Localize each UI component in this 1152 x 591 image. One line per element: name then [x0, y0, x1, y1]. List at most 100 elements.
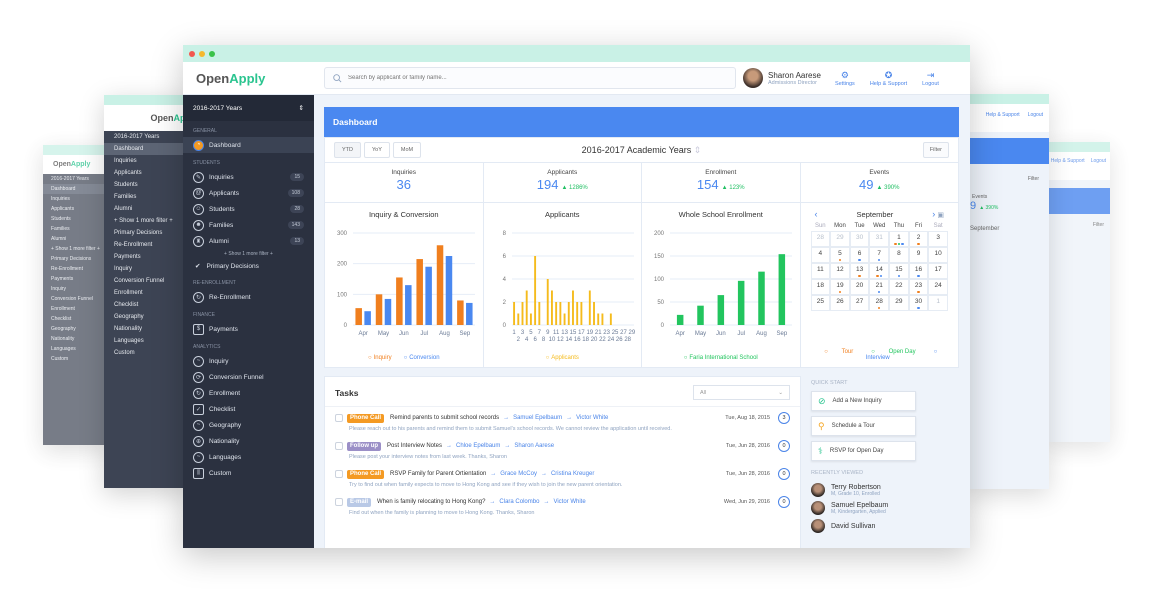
- app-logo[interactable]: OpenApply: [183, 71, 324, 86]
- logout-button[interactable]: ⇥ Logout: [922, 70, 939, 87]
- task-checkbox[interactable]: [335, 498, 343, 506]
- search-input[interactable]: [348, 75, 708, 81]
- calendar-day[interactable]: 30: [849, 231, 870, 247]
- bar-faria-international-school[interactable]: [758, 271, 765, 325]
- bar-faria-international-school[interactable]: [737, 280, 745, 325]
- sidebar-item-dashboard[interactable]: ◔ Dashboard: [183, 137, 314, 153]
- user-profile[interactable]: Sharon Aarese Admissions Director: [743, 68, 821, 88]
- bar-applicants[interactable]: [567, 302, 570, 325]
- sidebar-item-enrollment[interactable]: ↻ Enrollment: [183, 385, 314, 401]
- calendar-day[interactable]: 8: [889, 247, 909, 263]
- task-checkbox[interactable]: [335, 414, 343, 422]
- task-to-link[interactable]: Sharon Aarese: [514, 443, 554, 449]
- add-inquiry-button[interactable]: ⊘ Add a New Inquiry: [811, 391, 916, 411]
- calendar-day[interactable]: 17: [928, 263, 948, 279]
- bar-applicants[interactable]: [592, 302, 595, 325]
- calendar-day[interactable]: 26: [830, 295, 850, 311]
- filter-button[interactable]: Filter: [922, 142, 949, 158]
- calendar-day[interactable]: 29: [889, 295, 909, 311]
- sidebar-item-students[interactable]: ☺ Students 28: [183, 201, 314, 217]
- calendar-icon[interactable]: ▣: [937, 212, 944, 219]
- sidebar-item-inquiries[interactable]: ✎ Inquiries 15: [183, 169, 314, 185]
- bar-applicants[interactable]: [533, 256, 536, 325]
- stat-events[interactable]: Events 49 ▲ 390%: [801, 163, 959, 202]
- calendar-day[interactable]: 28: [869, 295, 890, 311]
- task-from-link[interactable]: Grace McCoy: [500, 471, 537, 477]
- task-checkbox[interactable]: [335, 470, 343, 478]
- calendar-day[interactable]: 27: [849, 295, 870, 311]
- bar-applicants[interactable]: [521, 302, 523, 325]
- calendar-day[interactable]: 9: [908, 247, 929, 263]
- calendar-day[interactable]: 29: [830, 231, 850, 247]
- bar-applicants[interactable]: [563, 313, 566, 326]
- task-to-link[interactable]: Victor White: [576, 415, 608, 421]
- bar-applicants[interactable]: [609, 313, 612, 326]
- tasks-filter-select[interactable]: All ⌄: [693, 385, 790, 400]
- search-box[interactable]: [324, 67, 736, 89]
- calendar-day[interactable]: 3: [928, 231, 948, 247]
- sidebar-item-nationality[interactable]: ⊕ Nationality: [183, 433, 314, 449]
- calendar-day[interactable]: 22: [889, 279, 909, 295]
- task-from-link[interactable]: Samuel Epelbaum: [513, 415, 562, 421]
- bar-applicants[interactable]: [537, 302, 540, 325]
- task-title[interactable]: RSVP Family for Parent Ortientation: [390, 471, 486, 477]
- bar-faria-international-school[interactable]: [717, 295, 725, 325]
- bar-applicants[interactable]: [575, 302, 578, 325]
- sidebar-item-conversion-funnel[interactable]: ⟳ Conversion Funnel: [183, 369, 314, 385]
- calendar-day[interactable]: 30: [908, 295, 929, 311]
- primary-decisions-toggle[interactable]: ✔ Primary Decisions: [183, 259, 314, 273]
- bar-conversion[interactable]: [425, 266, 432, 325]
- legend-item[interactable]: ○ Applicants: [546, 355, 579, 361]
- range-yoy-button[interactable]: YoY: [364, 142, 390, 158]
- calendar-day[interactable]: 23: [908, 279, 929, 295]
- comment-count-button[interactable]: 0: [778, 468, 790, 480]
- show-more-filter[interactable]: + Show 1 more filter +: [183, 249, 314, 259]
- recent-person[interactable]: Terry Robertson M, Grade 10, Enrolled: [807, 481, 959, 499]
- bar-conversion[interactable]: [466, 302, 473, 325]
- legend-item[interactable]: ○ Conversion: [404, 355, 440, 361]
- rsvp-open-day-button[interactable]: ⚕ RSVP for Open Day: [811, 441, 916, 461]
- bar-inquiry[interactable]: [457, 300, 464, 325]
- calendar-day[interactable]: 16: [908, 263, 929, 279]
- schedule-tour-button[interactable]: ⚲ Schedule a Tour: [811, 416, 916, 436]
- stat-inquiries[interactable]: Inquiries 36: [325, 163, 484, 202]
- bar-applicants[interactable]: [600, 313, 603, 326]
- year-select[interactable]: 2016-2017 Years ⇕: [183, 95, 314, 121]
- bar-conversion[interactable]: [405, 285, 412, 325]
- bar-conversion[interactable]: [445, 256, 453, 325]
- recent-person[interactable]: David Sullivan: [807, 517, 959, 535]
- recent-person[interactable]: Samuel Epelbaum M, Kindergarten, Applied: [807, 499, 959, 517]
- calendar-day[interactable]: 1: [889, 231, 909, 247]
- stat-enrollment[interactable]: Enrollment 154 ▲ 123%: [642, 163, 801, 202]
- bar-inquiry[interactable]: [355, 308, 362, 325]
- bar-applicants[interactable]: [546, 279, 549, 325]
- sidebar-item-languages[interactable]: ~ Languages: [183, 449, 314, 465]
- bar-applicants[interactable]: [579, 302, 582, 325]
- bar-applicants[interactable]: [512, 302, 515, 325]
- task-to-link[interactable]: Cristina Kreuger: [551, 471, 594, 477]
- bar-faria-international-school[interactable]: [676, 314, 684, 325]
- bar-applicants[interactable]: [588, 290, 591, 326]
- task-title[interactable]: Post Interview Notes: [387, 443, 442, 449]
- comment-count-button[interactable]: 0: [778, 440, 790, 452]
- bar-conversion[interactable]: [384, 298, 392, 325]
- bar-applicants[interactable]: [550, 290, 553, 326]
- calendar-day[interactable]: 7: [869, 247, 890, 263]
- calendar-day[interactable]: 25: [810, 295, 831, 311]
- range-mom-button[interactable]: MoM: [392, 142, 422, 158]
- sidebar-item-checklist[interactable]: ✓ Checklist: [183, 401, 314, 417]
- bar-applicants[interactable]: [558, 302, 561, 325]
- task-from-link[interactable]: Chloe Epelbaum: [456, 443, 500, 449]
- maximize-dot[interactable]: [209, 50, 215, 57]
- calendar-day[interactable]: 31: [869, 231, 890, 247]
- stat-applicants[interactable]: Applicants 194 ▲ 1286%: [484, 163, 642, 202]
- bar-applicants[interactable]: [529, 313, 532, 326]
- calendar-day[interactable]: 4: [810, 247, 831, 263]
- calendar-day[interactable]: 14: [869, 263, 890, 279]
- calendar-day[interactable]: 19: [830, 279, 850, 295]
- bar-inquiry[interactable]: [396, 277, 403, 325]
- calendar-day[interactable]: 5: [830, 247, 850, 263]
- bar-faria-international-school[interactable]: [697, 305, 704, 325]
- bar-inquiry[interactable]: [416, 259, 423, 325]
- minimize-dot[interactable]: [199, 50, 205, 57]
